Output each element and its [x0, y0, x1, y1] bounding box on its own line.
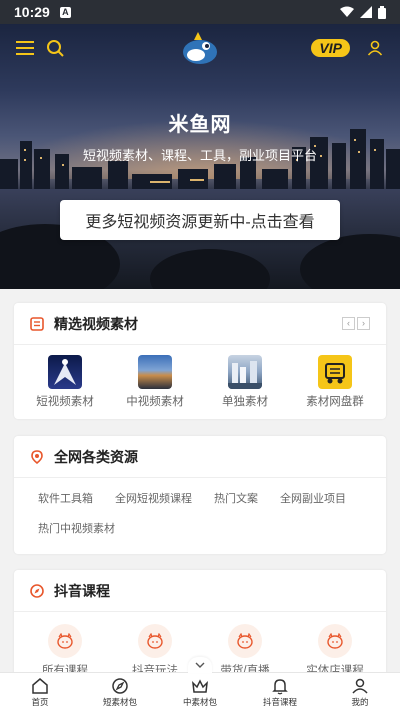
nav-label: 抖音课程 — [262, 697, 297, 707]
featured-section: 精选视频素材 ‹ › 短视频素材 中视频素材 单独素材 素材网盘群 — [14, 303, 386, 419]
vip-badge[interactable]: VIP — [311, 39, 350, 57]
more-resources-button[interactable]: 更多短视频资源更新中-点击查看 — [60, 200, 340, 240]
nav-label: 中素材包 — [182, 697, 217, 707]
location-icon — [31, 449, 43, 464]
battery-icon — [378, 5, 386, 19]
collapse-handle[interactable] — [188, 657, 212, 673]
section-title: 全网各类资源 — [54, 448, 138, 465]
nav-label: 我的 — [351, 697, 369, 707]
resource-tag[interactable]: 软件工具箱 — [38, 490, 93, 506]
grid-label: 素材网盘群 — [306, 396, 364, 408]
nav-short-pack[interactable]: 短素材包 — [80, 673, 160, 712]
all-courses-item[interactable]: 所有课程 — [20, 624, 110, 678]
grid-label: 中视频素材 — [126, 396, 184, 408]
physical-store-item[interactable]: 实体店课程 — [290, 624, 380, 678]
list-icon — [30, 316, 44, 331]
pig-icon — [138, 624, 172, 658]
mid-video-thumbnail — [138, 355, 172, 389]
section-title: 抖音课程 — [54, 582, 110, 599]
resource-tag[interactable]: 全网副业项目 — [280, 490, 346, 506]
resource-tag[interactable]: 热门中视频素材 — [38, 520, 115, 536]
grid-label: 单独素材 — [222, 396, 268, 408]
top-bar: VIP — [0, 24, 400, 72]
livestream-sales-item[interactable]: 带货/直播 — [200, 624, 290, 678]
section-header: 精选视频素材 ‹ › — [14, 303, 386, 345]
search-icon[interactable] — [44, 37, 66, 59]
resource-tag[interactable]: 全网短视频课程 — [115, 490, 192, 506]
douyin-play-item[interactable]: 抖音玩法 — [110, 624, 200, 678]
next-page-button[interactable]: › — [357, 317, 370, 330]
bell-icon — [272, 679, 288, 695]
chevron-down-icon — [195, 662, 205, 668]
section-header: 全网各类资源 — [14, 436, 386, 478]
nav-label: 短素材包 — [102, 697, 137, 707]
signal-icon — [360, 6, 372, 18]
nav-mine[interactable]: 我的 — [320, 673, 400, 712]
bottom-nav: 首页 短素材包 中素材包 抖音课程 我的 — [0, 672, 400, 712]
prev-page-button[interactable]: ‹ — [342, 317, 355, 330]
pig-icon — [318, 624, 352, 658]
section-title: 精选视频素材 — [54, 315, 138, 332]
short-video-thumbnail — [48, 355, 82, 389]
notification-icon: A — [59, 6, 71, 18]
crown-icon — [192, 679, 208, 693]
nav-home[interactable]: 首页 — [0, 673, 80, 712]
section-header: 抖音课程 — [14, 570, 386, 612]
menu-icon[interactable] — [14, 37, 36, 59]
grid-label: 短视频素材 — [36, 396, 94, 408]
compass-icon — [30, 583, 44, 598]
pager: ‹ › — [342, 317, 370, 330]
netdisk-group-item[interactable]: 素材网盘群 — [290, 355, 380, 409]
status-bar: 10:29 A — [0, 0, 400, 24]
user-icon[interactable] — [364, 37, 386, 59]
hero-subtitle: 短视频素材、课程、工具，副业项目平台 — [82, 148, 317, 163]
hero-banner: VIP 米鱼网 短视频素材、课程、工具，副业项目平台 更多短视频资源更新中-点击… — [0, 24, 400, 289]
pig-icon — [228, 624, 262, 658]
single-material-thumbnail — [228, 355, 262, 389]
fish-logo — [183, 32, 217, 64]
nav-douyin-courses[interactable]: 抖音课程 — [240, 673, 320, 712]
resources-section: 全网各类资源 软件工具箱 全网短视频课程 热门文案 全网副业项目 热门中视频素材 — [14, 436, 386, 554]
hero-title: 米鱼网 — [168, 114, 232, 136]
user-icon — [352, 678, 368, 694]
compass-icon — [112, 678, 128, 694]
pig-icon — [48, 624, 82, 658]
nav-mid-pack[interactable]: 中素材包 — [160, 673, 240, 712]
nav-label: 首页 — [31, 697, 49, 707]
home-icon — [32, 678, 48, 694]
mid-video-item[interactable]: 中视频素材 — [110, 355, 200, 409]
netdisk-group-thumbnail — [318, 355, 352, 389]
status-time: 10:29 — [14, 4, 50, 20]
single-material-item[interactable]: 单独素材 — [200, 355, 290, 409]
short-video-item[interactable]: 短视频素材 — [20, 355, 110, 409]
wifi-icon — [340, 6, 354, 17]
resource-tag[interactable]: 热门文案 — [214, 490, 258, 506]
